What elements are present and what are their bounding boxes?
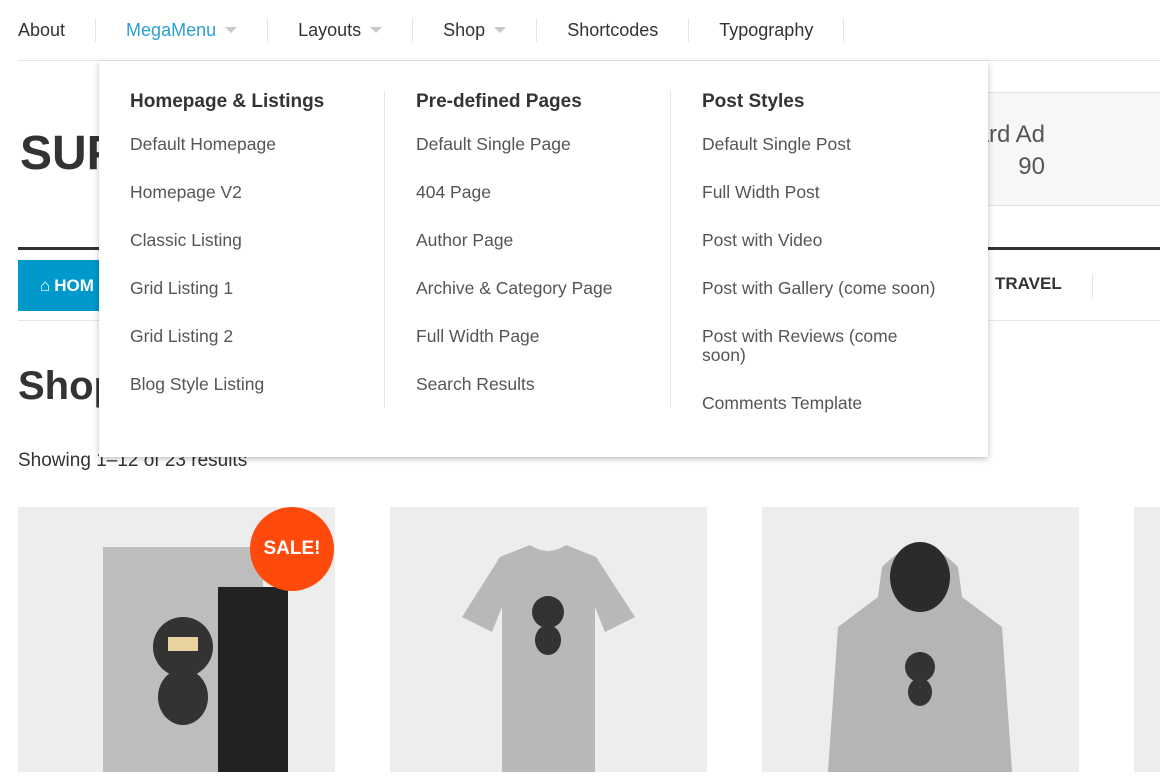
nav-shop[interactable]: Shop bbox=[413, 18, 538, 42]
menu-link[interactable]: 404 Page bbox=[416, 183, 671, 202]
column-title: Homepage & Listings bbox=[130, 91, 325, 112]
nav-label: MegaMenu bbox=[126, 19, 217, 40]
nav-label: Typography bbox=[719, 19, 814, 40]
nav-label: Layouts bbox=[298, 19, 362, 40]
caret-down-icon bbox=[494, 27, 507, 33]
menu-link[interactable]: Grid Listing 2 bbox=[130, 327, 385, 346]
column-title: Post Styles bbox=[702, 91, 805, 112]
nav-megamenu[interactable]: MegaMenu bbox=[96, 18, 269, 42]
menu-link[interactable]: Post with Reviews (come soon) bbox=[702, 327, 922, 365]
nav-label: About bbox=[18, 19, 66, 40]
megamenu-dropdown: Homepage & Listings Default Homepage Hom… bbox=[99, 61, 988, 457]
menu-link[interactable]: Post with Video bbox=[702, 231, 957, 250]
top-navigation: About MegaMenu Layouts Shop Shortcodes T… bbox=[18, 0, 1160, 61]
nav-typography[interactable]: Typography bbox=[689, 18, 845, 42]
nav-about[interactable]: About bbox=[18, 18, 97, 42]
sale-badge: SALE! bbox=[250, 507, 334, 591]
column-title: Pre-defined Pages bbox=[416, 91, 582, 112]
menu-link[interactable]: Grid Listing 1 bbox=[130, 279, 385, 298]
menu-link[interactable]: Author Page bbox=[416, 231, 671, 250]
product-image[interactable] bbox=[1134, 507, 1160, 772]
menu-link[interactable]: Archive & Category Page bbox=[416, 279, 671, 298]
home-icon: ⌂ bbox=[40, 275, 51, 295]
menu-link[interactable]: Full Width Post bbox=[702, 183, 957, 202]
caret-down-icon bbox=[370, 27, 383, 33]
menu-link[interactable]: Search Results bbox=[416, 375, 671, 394]
tshirt-image bbox=[462, 545, 635, 772]
nav-label: Shortcodes bbox=[567, 19, 659, 40]
menu-link[interactable]: Homepage V2 bbox=[130, 183, 385, 202]
nav-label: Shop bbox=[443, 19, 486, 40]
menu-link[interactable]: Classic Listing bbox=[130, 231, 385, 250]
menu-link[interactable]: Comments Template bbox=[702, 394, 957, 413]
home-label: HOM bbox=[54, 275, 94, 295]
menu-link[interactable]: Post with Gallery (come soon) bbox=[702, 279, 957, 298]
menu-link[interactable]: Blog Style Listing bbox=[130, 375, 385, 394]
hoodie-image bbox=[828, 542, 1012, 772]
nav-travel[interactable]: TRAVEL bbox=[995, 274, 1093, 298]
megamenu-column-post-styles: Post Styles Default Single Post Full Wid… bbox=[671, 91, 957, 413]
megamenu-column-pages: Pre-defined Pages Default Single Page 40… bbox=[385, 91, 671, 408]
nav-layouts[interactable]: Layouts bbox=[268, 18, 414, 42]
menu-link[interactable]: Default Single Post bbox=[702, 135, 957, 154]
menu-link[interactable]: Full Width Page bbox=[416, 327, 671, 346]
nav-shortcodes[interactable]: Shortcodes bbox=[537, 18, 690, 42]
menu-link[interactable]: Default Homepage bbox=[130, 135, 385, 154]
megamenu-column-homepage: Homepage & Listings Default Homepage Hom… bbox=[99, 91, 385, 408]
menu-link[interactable]: Default Single Page bbox=[416, 135, 671, 154]
product-image-hoodie[interactable] bbox=[762, 507, 1079, 772]
caret-down-icon bbox=[225, 27, 238, 33]
product-image-tshirt[interactable] bbox=[390, 507, 707, 772]
